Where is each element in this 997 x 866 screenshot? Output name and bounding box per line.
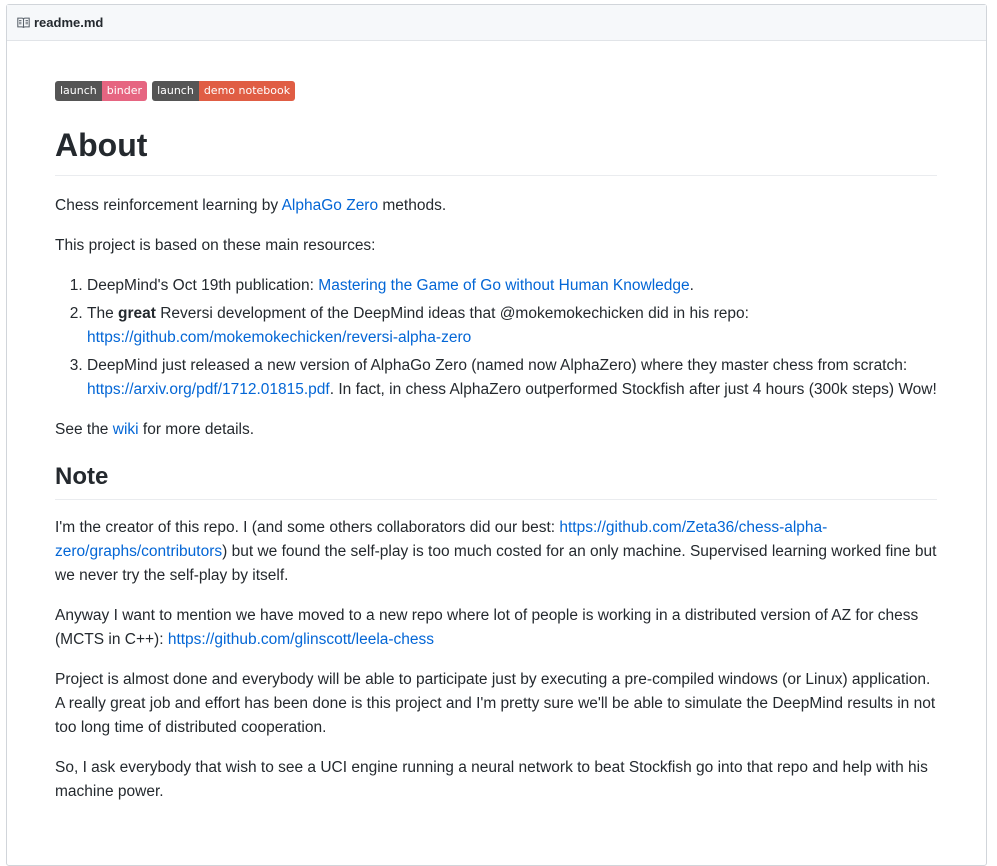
readme-filename: readme.md (34, 15, 104, 30)
about-paragraph-3: See the wiki for more details. (55, 418, 937, 442)
list-item: DeepMind's Oct 19th publication: Masteri… (87, 274, 937, 298)
text: Chess reinforcement learning by (55, 197, 282, 214)
text: . In fact, in chess AlphaZero outperform… (329, 381, 937, 398)
text: Reversi development of the DeepMind idea… (155, 305, 749, 322)
resources-list: DeepMind's Oct 19th publication: Masteri… (55, 274, 937, 402)
text: See the (55, 421, 113, 438)
text: DeepMind just released a new version of … (87, 357, 908, 374)
text: The (87, 305, 119, 322)
text: . (689, 277, 694, 294)
note-paragraph-1: I'm the creator of this repo. I (and som… (55, 516, 937, 588)
readme-box: readme.md launch binder launch demo note… (6, 4, 987, 866)
note-paragraph-4: So, I ask everybody that wish to see a U… (55, 759, 928, 800)
about-heading: About (55, 125, 937, 176)
book-icon (17, 17, 30, 28)
about-paragraph-1: Chess reinforcement learning by AlphaGo … (55, 194, 937, 218)
mastering-go-link[interactable]: Mastering the Game of Go without Human K… (318, 277, 689, 294)
leela-chess-link[interactable]: https://github.com/glinscott/leela-chess (168, 631, 434, 648)
badges-row: launch binder launch demo notebook (55, 81, 937, 101)
wiki-link[interactable]: wiki (113, 421, 139, 438)
launch-demo-notebook-badge[interactable]: launch demo notebook (152, 81, 296, 101)
badge-left-label: launch (152, 81, 199, 101)
note-paragraph-2: Anyway I want to mention we have moved t… (55, 604, 937, 652)
text: DeepMind's Oct 19th publication: (87, 277, 319, 294)
text: for more details. (138, 421, 255, 438)
note-heading: Note (55, 462, 937, 500)
reversi-repo-link[interactable]: https://github.com/mokemokechicken/rever… (87, 329, 471, 346)
readme-content: launch binder launch demo notebook About… (55, 81, 937, 820)
list-item: The great Reversi development of the Dee… (87, 302, 937, 350)
note-paragraph-3: Project is almost done and everybody wil… (55, 671, 936, 736)
list-item: DeepMind just released a new version of … (87, 354, 937, 402)
launch-binder-badge[interactable]: launch binder (55, 81, 148, 101)
readme-header: readme.md (7, 5, 986, 41)
alphago-zero-link[interactable]: AlphaGo Zero (282, 197, 379, 214)
text: I'm the creator of this repo. I (and som… (55, 519, 560, 536)
text: methods. (378, 197, 447, 214)
badge-right-label: demo notebook (198, 81, 296, 101)
about-paragraph-2: This project is based on these main reso… (55, 237, 376, 254)
bold-text: great (118, 305, 156, 322)
badge-left-label: launch (55, 81, 102, 101)
arxiv-link[interactable]: https://arxiv.org/pdf/1712.01815.pdf (87, 381, 330, 398)
badge-right-label: binder (101, 81, 148, 101)
